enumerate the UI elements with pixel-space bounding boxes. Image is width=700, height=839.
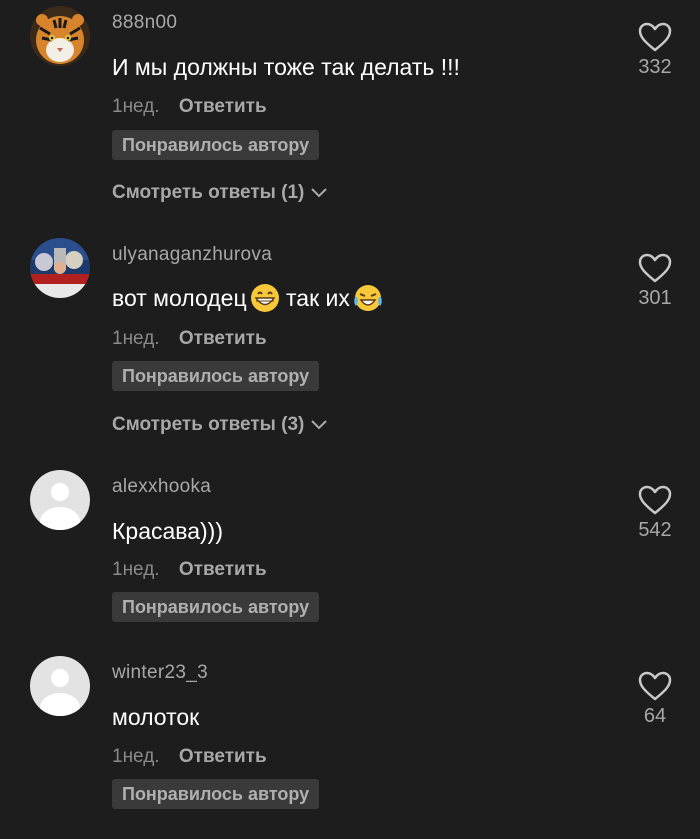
view-replies-label: Смотреть ответы (1): [112, 182, 305, 203]
view-replies-button[interactable]: Смотреть ответы (3): [112, 414, 328, 436]
like-count: 64: [643, 705, 667, 727]
like-button[interactable]: 542: [625, 485, 685, 542]
avatar[interactable]: [30, 656, 90, 716]
comment-time: 1нед.: [112, 96, 160, 117]
username[interactable]: ulyanaganzhurova: [112, 244, 272, 266]
comment-text: молоток: [112, 704, 200, 730]
reply-button[interactable]: Ответить: [179, 559, 267, 580]
liked-by-creator-badge: Понравилось автору: [112, 361, 320, 391]
avatar[interactable]: [30, 238, 90, 298]
username[interactable]: 888n00: [112, 12, 177, 34]
comment-text: вот молодец так их: [112, 283, 383, 313]
liked-by-creator-badge: Понравилось автору: [112, 592, 320, 622]
comment-text: Красава))): [112, 518, 224, 544]
reply-button[interactable]: Ответить: [179, 328, 267, 349]
like-button[interactable]: 332: [625, 22, 685, 79]
heart-icon: [638, 253, 672, 283]
comment-text: И мы должны тоже так делать !!!: [112, 54, 460, 80]
heart-icon: [638, 485, 672, 515]
default-avatar-body: [40, 693, 80, 716]
like-count: 332: [638, 56, 672, 78]
view-replies-button[interactable]: Смотреть ответы (1): [112, 182, 328, 204]
heart-icon: [638, 671, 672, 701]
tiger-avatar-icon: [30, 6, 90, 66]
default-avatar-head: [51, 483, 69, 501]
tears-of-joy-emoji-icon: [354, 285, 382, 311]
photo-avatar-icon: [30, 238, 90, 298]
grinning-face-emoji-icon: [250, 284, 279, 312]
view-replies-label: Смотреть ответы (3): [112, 414, 305, 435]
username[interactable]: winter23_3: [112, 662, 208, 684]
like-count: 542: [638, 519, 672, 541]
comment-time: 1нед.: [112, 328, 160, 349]
chevron-down-icon: [311, 420, 328, 430]
like-count: 301: [638, 287, 672, 309]
username[interactable]: alexxhooka: [112, 476, 211, 498]
reply-button[interactable]: Ответить: [179, 96, 267, 117]
comment-time: 1нед.: [112, 746, 160, 767]
reply-button[interactable]: Ответить: [179, 746, 267, 767]
avatar[interactable]: [30, 6, 90, 66]
comment-meta: 1нед. Ответить: [112, 559, 267, 581]
liked-by-creator-badge: Понравилось автору: [112, 779, 320, 809]
comment-meta: 1нед. Ответить: [112, 96, 267, 118]
like-button[interactable]: 301: [625, 253, 685, 310]
comment-meta: 1нед. Ответить: [112, 328, 267, 350]
like-button[interactable]: 64: [625, 671, 685, 728]
liked-by-creator-badge: Понравилось автору: [112, 130, 320, 160]
default-avatar-head: [51, 669, 69, 687]
chevron-down-icon: [311, 188, 328, 198]
comment-meta: 1нед. Ответить: [112, 746, 267, 768]
comment-text-part: так их: [279, 284, 350, 311]
comment-time: 1нед.: [112, 559, 160, 580]
heart-icon: [638, 22, 672, 52]
avatar[interactable]: [30, 470, 90, 530]
default-avatar-body: [40, 507, 80, 530]
comment-text-part: вот молодец: [112, 284, 247, 311]
